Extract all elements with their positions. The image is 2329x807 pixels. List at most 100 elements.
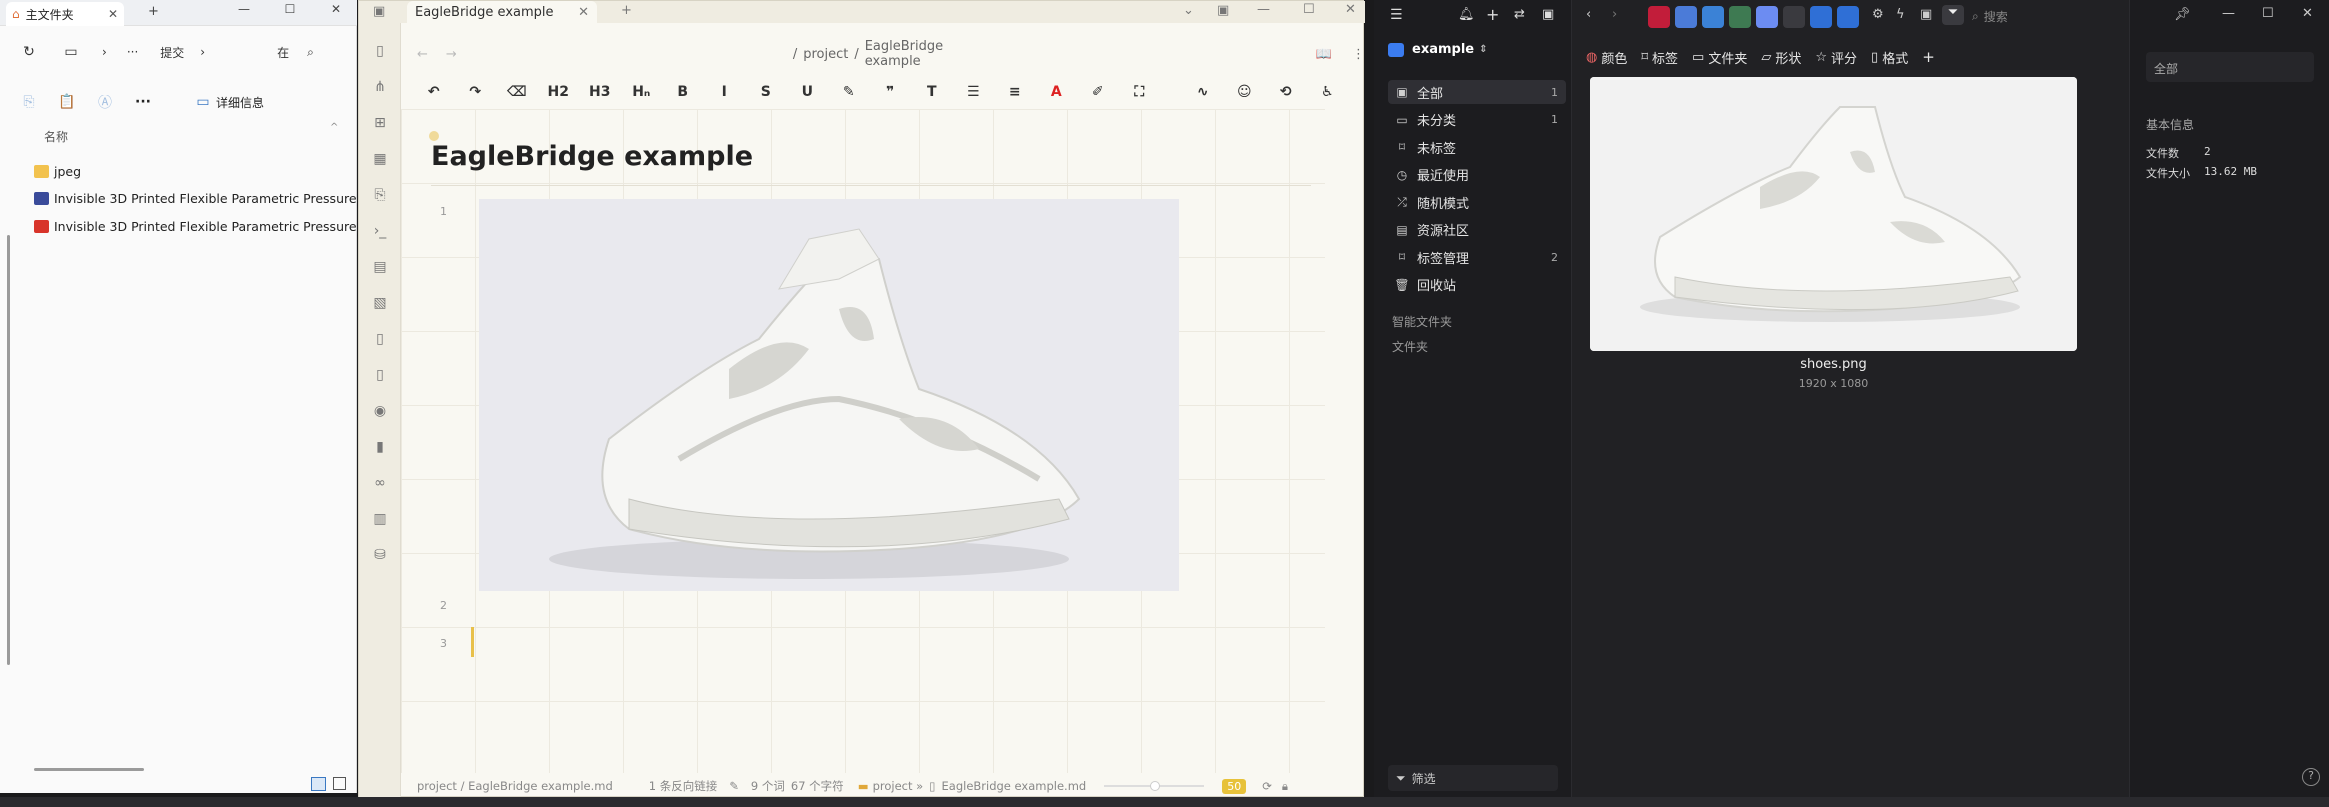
monitor-icon[interactable]: ▭ xyxy=(58,41,84,63)
history-icon[interactable]: ⟲ xyxy=(1265,79,1307,105)
lightning-icon[interactable]: ϟ xyxy=(1896,7,1905,22)
tab-eaglebridge-example[interactable]: EagleBridge example ✕ xyxy=(407,1,597,23)
close-tab-icon[interactable]: ✕ xyxy=(578,5,589,20)
plugin-app-icon[interactable] xyxy=(1783,6,1805,28)
details-button[interactable]: 详细信息 xyxy=(216,94,264,111)
filter-rating[interactable]: ☆ 评分 xyxy=(1815,48,1857,67)
calendar-icon[interactable]: ▦ xyxy=(370,149,390,169)
plugin-app-icon[interactable] xyxy=(1648,6,1670,28)
tab-list-chevron-icon[interactable]: ⌄ xyxy=(1183,3,1194,18)
status-backlinks[interactable]: 1 条反向链接 xyxy=(649,778,717,794)
sidebar-item-7[interactable]: 🗑 回收站 xyxy=(1388,273,1566,297)
zoom-badge[interactable]: 50 xyxy=(1222,778,1247,794)
search-scope[interactable]: 在 xyxy=(277,44,289,61)
sidebar-item-6[interactable]: ⌑ 标签管理 2 xyxy=(1388,245,1566,269)
camera-icon[interactable]: ◉ xyxy=(370,401,390,421)
search-icon[interactable]: ⌕ xyxy=(307,45,314,60)
heading-n-button[interactable]: Hₙ xyxy=(621,79,663,105)
panel-toggle-icon[interactable]: ▣ xyxy=(1542,7,1554,22)
forward-icon[interactable]: › xyxy=(1612,7,1617,22)
undo-button[interactable]: ↶ xyxy=(413,79,455,105)
heading2-button[interactable]: H2 xyxy=(538,79,580,105)
copy-icon[interactable]: ⎘ xyxy=(16,91,42,113)
image-icon[interactable]: ▧ xyxy=(370,293,390,313)
copy-icon[interactable]: ⎘ xyxy=(370,185,390,205)
graph-icon[interactable]: ⋔ xyxy=(370,77,390,97)
search-input[interactable]: ⌕ 搜索 xyxy=(1972,6,2092,26)
breadcrumb-root[interactable]: project xyxy=(803,47,848,62)
eraser-button[interactable]: ⌫ xyxy=(496,79,538,105)
shoes-thumbnail[interactable] xyxy=(1590,77,2077,351)
pin-icon[interactable]: 📌︎ xyxy=(2174,7,2191,22)
editor-document[interactable]: EagleBridge example 1 2 3 xyxy=(401,109,1325,773)
status-file[interactable]: EagleBridge example.md xyxy=(942,779,1087,793)
note-title[interactable]: EagleBridge example xyxy=(431,141,753,172)
menu-icon[interactable]: ☰ xyxy=(1390,7,1403,23)
paste-icon[interactable]: 📋 xyxy=(54,91,80,113)
sidebar-item-0[interactable]: ▣ 全部 1 xyxy=(1388,80,1566,104)
zoom-slider[interactable] xyxy=(1104,781,1205,791)
accessibility-icon[interactable]: ♿ xyxy=(1307,79,1349,105)
rename-icon[interactable]: Ⓐ xyxy=(92,91,118,113)
breadcrumb-file[interactable]: EagleBridge example xyxy=(865,39,1002,69)
folders-heading[interactable]: 文件夹 xyxy=(1392,338,1428,355)
plugin-app-icon[interactable] xyxy=(1675,6,1697,28)
close-window-icon[interactable]: ✕ xyxy=(324,0,348,18)
font-color-button[interactable]: A xyxy=(1036,79,1078,105)
tiles-view-icon[interactable] xyxy=(333,777,346,790)
plugin-app-icon[interactable] xyxy=(1810,6,1832,28)
new-tab-icon[interactable]: + xyxy=(148,4,159,19)
book-icon[interactable]: ▮ xyxy=(370,437,390,457)
underline-button[interactable]: U xyxy=(787,79,829,105)
list-item[interactable]: Invisible 3D Printed Flexible Parametric… xyxy=(34,215,357,237)
highlight-button[interactable]: ✎ xyxy=(828,79,870,105)
add-filter-icon[interactable]: + xyxy=(1922,48,1935,66)
scope-field[interactable]: 全部 xyxy=(2146,52,2314,82)
sidebar-toggle-icon[interactable]: ▣ xyxy=(373,4,385,19)
plugin-icon[interactable]: ⚙ xyxy=(1872,7,1884,22)
sync-icon[interactable]: ⇄ xyxy=(1514,7,1525,22)
filter-toggle-icon[interactable]: ⏷ xyxy=(1942,5,1964,25)
minimize-icon[interactable]: — xyxy=(232,0,256,18)
align-button[interactable]: ≡ xyxy=(994,79,1036,105)
filter-button[interactable]: ⏷ 筛选 xyxy=(1388,765,1558,791)
list-button[interactable]: ☰ xyxy=(953,79,995,105)
terminal-icon[interactable]: ›_ xyxy=(370,221,390,241)
chart-icon[interactable]: ▥ xyxy=(370,509,390,529)
more-options-icon[interactable]: ⋮ xyxy=(1352,47,1365,62)
explorer-tab[interactable]: ⌂ 主文件夹 ✕ xyxy=(6,2,124,26)
filter-folder[interactable]: ▭ 文件夹 xyxy=(1692,48,1747,67)
filter-shape[interactable]: ▱ 形状 xyxy=(1761,48,1801,67)
maximize-icon[interactable]: ☐ xyxy=(278,0,302,18)
details-view-icon[interactable] xyxy=(311,777,326,791)
list-item[interactable]: Invisible 3D Printed Flexible Parametric… xyxy=(34,187,357,209)
help-icon[interactable]: ? xyxy=(2302,768,2320,786)
close-window-icon[interactable]: ✕ xyxy=(2302,6,2313,21)
layout-icon[interactable]: ▤ xyxy=(370,257,390,277)
files-icon[interactable]: ▯ xyxy=(370,41,390,61)
sidebar-item-4[interactable]: ⤮ 随机模式 xyxy=(1388,190,1566,214)
maximize-icon[interactable]: ☐ xyxy=(1303,2,1315,17)
more-options-icon[interactable]: ··· xyxy=(130,91,156,113)
refresh-icon[interactable]: ↻ xyxy=(16,41,42,63)
activity-icon[interactable]: ∿ xyxy=(1182,79,1224,105)
new-tab-icon[interactable]: + xyxy=(621,3,632,18)
close-window-icon[interactable]: ✕ xyxy=(1345,2,1356,17)
status-path[interactable]: project / EagleBridge example.md xyxy=(417,779,613,793)
plugin-app-icon[interactable] xyxy=(1729,6,1751,28)
maximize-icon[interactable]: ☐ xyxy=(2262,6,2274,21)
canvas-icon[interactable]: ⊞ xyxy=(370,113,390,133)
breadcrumb-current[interactable]: 提交 xyxy=(160,44,184,61)
close-tab-icon[interactable]: ✕ xyxy=(108,7,118,21)
library-switcher[interactable]: example ⇕ xyxy=(1388,42,1488,57)
sidebar-item-5[interactable]: ▤ 资源社区 xyxy=(1388,218,1566,242)
plugin-app-icon[interactable] xyxy=(1837,6,1859,28)
smart-folders-heading[interactable]: 智能文件夹 xyxy=(1392,313,1452,330)
minimize-icon[interactable]: — xyxy=(2222,6,2235,21)
strikethrough-button[interactable]: S xyxy=(745,79,787,105)
filter-tag[interactable]: ⌑ 标签 xyxy=(1641,48,1678,67)
file-icon[interactable]: ▯ xyxy=(370,365,390,385)
plugin-app-icon[interactable] xyxy=(1756,6,1778,28)
filter-format[interactable]: ▯ 格式 xyxy=(1871,48,1908,67)
embedded-shoes-image[interactable] xyxy=(479,199,1179,591)
